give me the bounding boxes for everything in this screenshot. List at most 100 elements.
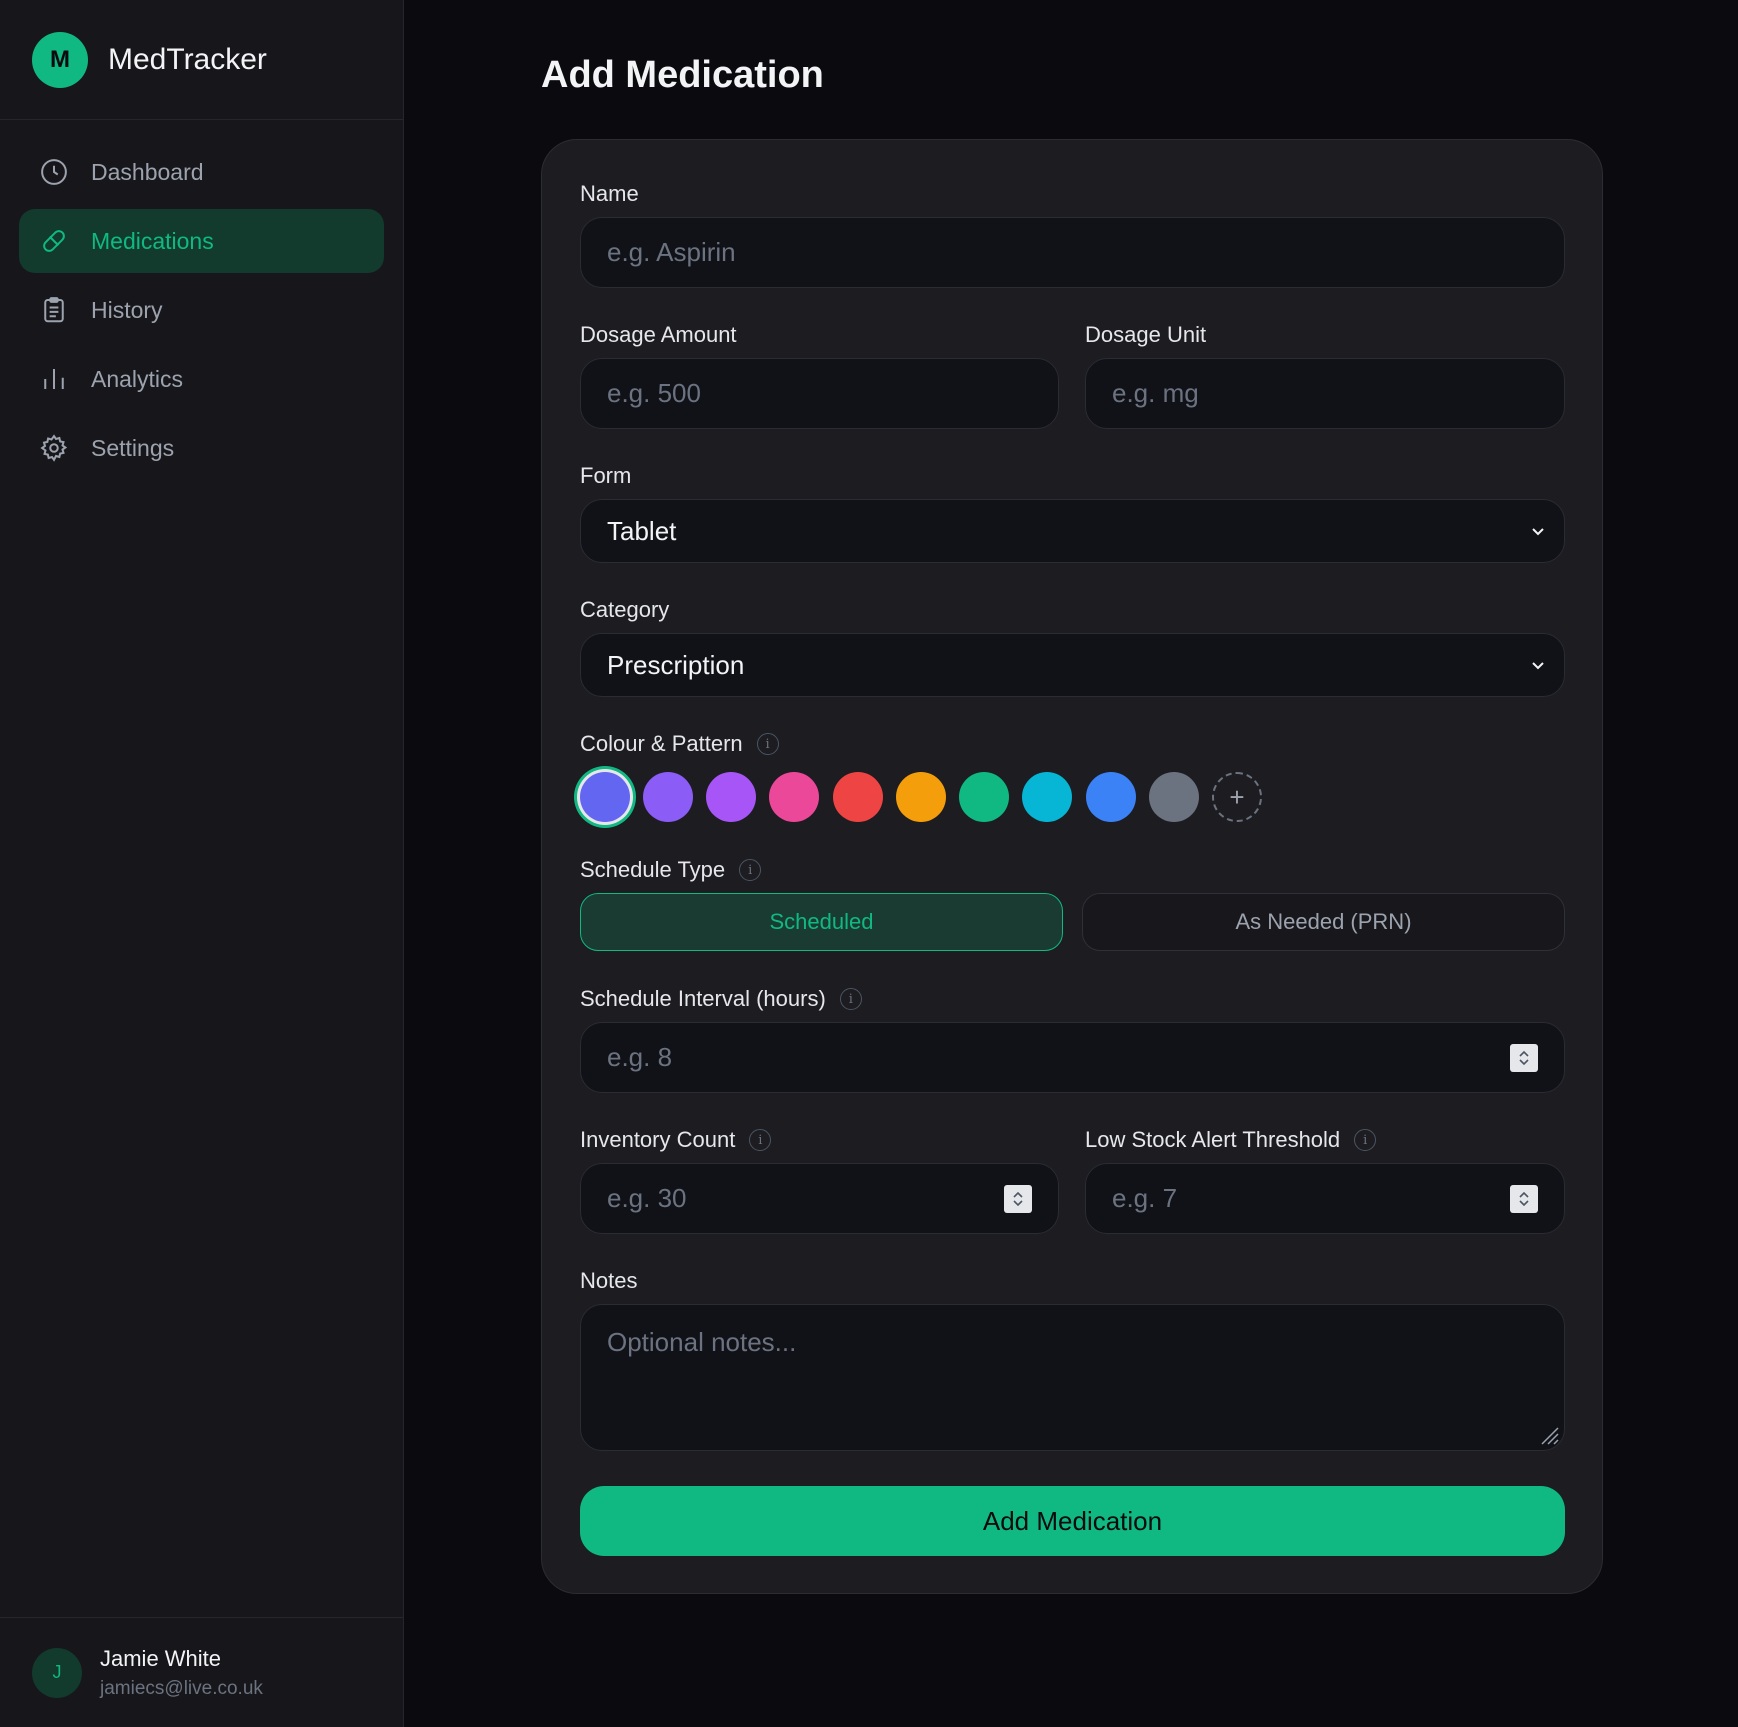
add-medication-button[interactable]: Add Medication <box>580 1486 1565 1556</box>
colour-swatch-gray[interactable] <box>1149 772 1199 822</box>
schedule-type-label-text: Schedule Type <box>580 857 726 882</box>
colour-label: Colour & Pattern i <box>580 730 779 758</box>
notes-field-group: Notes <box>580 1267 637 1295</box>
page-title: Add Medication <box>541 54 824 96</box>
info-icon[interactable]: i <box>749 1129 772 1151</box>
gear-icon <box>40 434 68 462</box>
sidebar-item-settings[interactable]: Settings <box>19 416 384 480</box>
inventory-input[interactable]: e.g. 30 <box>580 1163 1059 1234</box>
brand: M MedTracker <box>0 0 403 120</box>
inventory-label: Inventory Count i <box>580 1126 772 1154</box>
low-stock-label-text: Low Stock Alert Threshold <box>1085 1127 1341 1152</box>
user-email: jamiecs@live.co.uk <box>100 1677 263 1699</box>
colour-swatch-indigo[interactable] <box>580 772 630 822</box>
info-icon[interactable]: i <box>839 988 862 1010</box>
user-name: Jamie White <box>100 1645 222 1671</box>
dosage-unit-input[interactable]: e.g. mg <box>1085 358 1565 429</box>
pill-icon <box>43 230 65 252</box>
colour-field-group: Colour & Pattern i <box>580 730 779 758</box>
sidebar-item-label: Dashboard <box>91 158 204 185</box>
dosage-unit-label: Dosage Unit <box>1085 322 1207 347</box>
dosage-amount-input[interactable]: e.g. 500 <box>580 358 1059 429</box>
avatar: J <box>32 1647 82 1698</box>
name-field-group: Name <box>580 180 639 208</box>
interval-placeholder: e.g. 8 <box>607 1042 673 1072</box>
add-colour-button[interactable]: + <box>1212 772 1262 822</box>
user-profile[interactable]: J Jamie White jamiecs@live.co.uk <box>0 1617 404 1727</box>
interval-field-group: Schedule Interval (hours) i <box>580 985 862 1013</box>
colour-swatch-pink[interactable] <box>769 772 819 822</box>
chevron-down-icon <box>1532 528 1544 536</box>
dosage-amount-group: Dosage Amount <box>580 321 737 349</box>
category-label: Category <box>580 597 670 622</box>
clock-icon <box>41 159 67 185</box>
low-stock-placeholder: e.g. 7 <box>1112 1183 1178 1213</box>
resize-handle-icon[interactable] <box>1534 1420 1560 1446</box>
app-name: MedTracker <box>108 42 267 76</box>
interval-label-text: Schedule Interval (hours) <box>580 986 826 1011</box>
info-icon[interactable]: i <box>756 733 779 755</box>
sidebar-nav: Dashboard Medications History Analytics … <box>0 120 403 505</box>
name-input[interactable]: e.g. Aspirin <box>580 217 1565 288</box>
colour-swatch-amber[interactable] <box>896 772 946 822</box>
colour-swatch-emerald[interactable] <box>959 772 1009 822</box>
schedule-type-label: Schedule Type i <box>580 856 762 884</box>
number-stepper[interactable] <box>1510 1184 1538 1213</box>
form-select[interactable]: Tablet <box>580 499 1565 563</box>
colour-swatch-blue[interactable] <box>1086 772 1136 822</box>
bar-chart-icon <box>44 369 64 389</box>
schedule-prn-label: As Needed (PRN) <box>1235 909 1412 934</box>
notes-textarea[interactable]: Optional notes... <box>580 1304 1565 1451</box>
dosage-unit-group: Dosage Unit <box>1085 321 1206 349</box>
stepper-arrows-icon <box>1519 1191 1529 1206</box>
low-stock-field-group: Low Stock Alert Threshold i <box>1085 1126 1377 1154</box>
inventory-field-group: Inventory Count i <box>580 1126 772 1154</box>
user-info: Jamie White jamiecs@live.co.uk <box>100 1646 263 1700</box>
low-stock-label: Low Stock Alert Threshold i <box>1085 1126 1377 1154</box>
inventory-label-text: Inventory Count <box>580 1127 736 1152</box>
schedule-type-group: Schedule Type i <box>580 856 762 884</box>
number-stepper[interactable] <box>1004 1184 1032 1213</box>
stepper-arrows-icon <box>1013 1191 1023 1206</box>
form-label: Form <box>580 463 632 488</box>
category-field-group: Category <box>580 596 669 624</box>
schedule-prn-button[interactable]: As Needed (PRN) <box>1082 893 1565 951</box>
notes-placeholder: Optional notes... <box>607 1327 797 1357</box>
colour-swatch-red[interactable] <box>833 772 883 822</box>
colour-swatch-violet[interactable] <box>643 772 693 822</box>
inventory-placeholder: e.g. 30 <box>607 1183 687 1213</box>
clipboard-icon <box>44 297 64 323</box>
stepper-arrows-icon <box>1519 1050 1529 1065</box>
colour-swatch-purple[interactable] <box>706 772 756 822</box>
sidebar: M MedTracker Dashboard Medications Histo… <box>0 0 404 1727</box>
add-medication-button-label: Add Medication <box>982 1505 1163 1536</box>
dosage-unit-placeholder: e.g. mg <box>1112 378 1199 408</box>
add-medication-form: Name e.g. Aspirin Dosage Amount e.g. 500… <box>541 139 1603 1594</box>
name-label: Name <box>580 181 639 206</box>
name-placeholder: e.g. Aspirin <box>607 237 736 267</box>
category-select-value: Prescription <box>607 649 745 680</box>
brand-logo: M <box>32 31 88 88</box>
colour-swatch-cyan[interactable] <box>1022 772 1072 822</box>
dosage-amount-label: Dosage Amount <box>580 322 737 347</box>
sidebar-item-dashboard[interactable]: Dashboard <box>19 140 384 204</box>
sidebar-item-label: Analytics <box>91 365 184 392</box>
sidebar-item-label: History <box>91 296 163 323</box>
form-field-group: Form <box>580 462 631 490</box>
sidebar-item-label: Medications <box>91 227 214 254</box>
chevron-down-icon <box>1532 662 1544 670</box>
info-icon[interactable]: i <box>1354 1129 1377 1151</box>
dosage-amount-placeholder: e.g. 500 <box>607 378 701 408</box>
category-select[interactable]: Prescription <box>580 633 1565 697</box>
form-select-value: Tablet <box>607 515 677 546</box>
sidebar-item-analytics[interactable]: Analytics <box>19 347 384 411</box>
number-stepper[interactable] <box>1510 1043 1538 1072</box>
low-stock-input[interactable]: e.g. 7 <box>1085 1163 1565 1234</box>
schedule-scheduled-button[interactable]: Scheduled <box>580 893 1063 951</box>
sidebar-item-history[interactable]: History <box>19 278 384 342</box>
interval-input[interactable]: e.g. 8 <box>580 1022 1565 1093</box>
info-icon[interactable]: i <box>739 859 762 881</box>
sidebar-item-medications[interactable]: Medications <box>19 209 384 273</box>
interval-label: Schedule Interval (hours) i <box>580 985 862 1013</box>
sidebar-item-label: Settings <box>91 434 175 461</box>
